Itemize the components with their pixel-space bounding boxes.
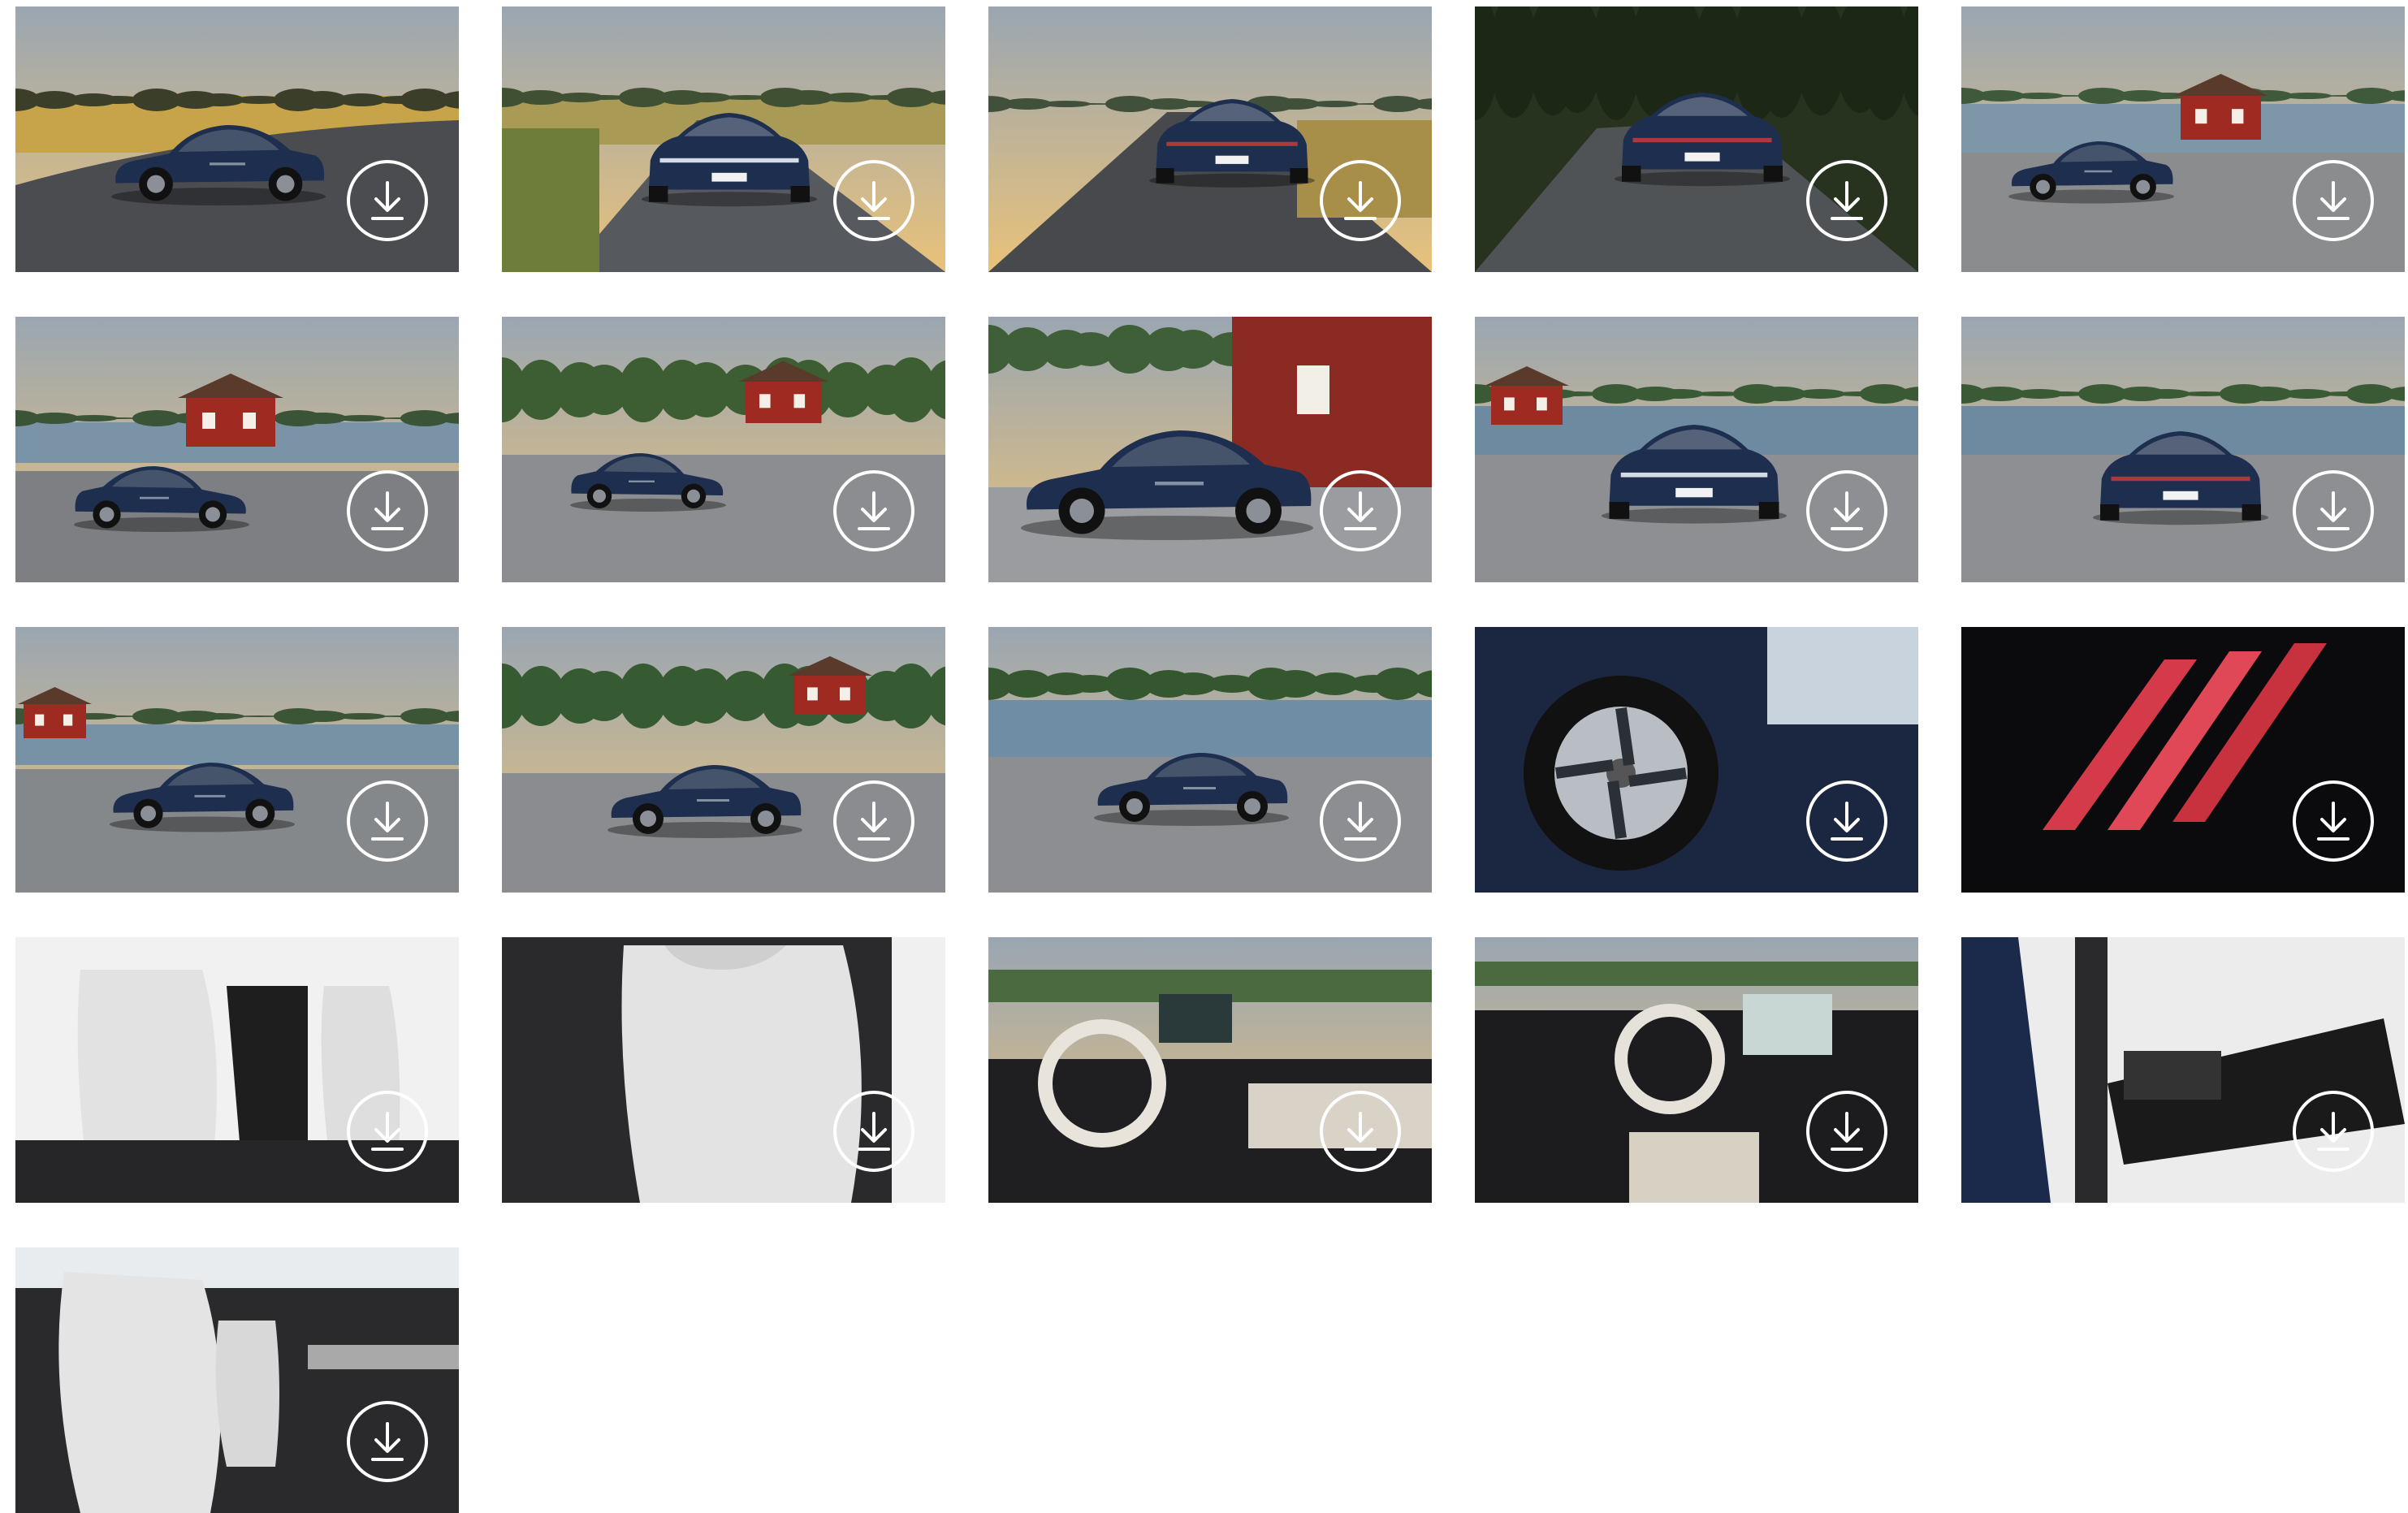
gallery-tile[interactable]	[15, 627, 459, 893]
gallery-tile[interactable]	[1961, 6, 2405, 272]
download-arrow-icon	[851, 178, 897, 223]
download-arrow-icon	[1338, 1109, 1383, 1154]
download-arrow-icon	[365, 178, 410, 223]
gallery-tile[interactable]	[1475, 627, 1918, 893]
download-arrow-icon	[851, 488, 897, 534]
gallery-tile[interactable]	[1961, 937, 2405, 1203]
gallery-tile[interactable]	[15, 6, 459, 272]
download-button[interactable]	[2293, 160, 2374, 241]
download-arrow-icon	[365, 488, 410, 534]
download-button[interactable]	[347, 1401, 428, 1482]
download-arrow-icon	[2311, 178, 2356, 223]
download-button[interactable]	[833, 160, 914, 241]
download-button[interactable]	[347, 1091, 428, 1172]
gallery-tile[interactable]	[1961, 627, 2405, 893]
download-arrow-icon	[1824, 178, 1870, 223]
gallery-tile[interactable]	[502, 627, 945, 893]
gallery-tile[interactable]	[502, 937, 945, 1203]
download-arrow-icon	[1338, 488, 1383, 534]
download-button[interactable]	[1320, 160, 1401, 241]
gallery-tile[interactable]	[988, 6, 1432, 272]
gallery-tile[interactable]	[1961, 317, 2405, 582]
gallery-tile[interactable]	[988, 317, 1432, 582]
download-button[interactable]	[347, 160, 428, 241]
download-button[interactable]	[2293, 470, 2374, 551]
download-arrow-icon	[1338, 798, 1383, 844]
gallery-tile[interactable]	[15, 317, 459, 582]
download-arrow-icon	[1824, 1109, 1870, 1154]
download-arrow-icon	[2311, 798, 2356, 844]
download-button[interactable]	[347, 470, 428, 551]
gallery-tile[interactable]	[15, 937, 459, 1203]
download-arrow-icon	[1824, 488, 1870, 534]
gallery-tile[interactable]	[1475, 6, 1918, 272]
download-button[interactable]	[1806, 1091, 1887, 1172]
download-arrow-icon	[365, 1109, 410, 1154]
download-button[interactable]	[833, 1091, 914, 1172]
download-button[interactable]	[1806, 470, 1887, 551]
download-button[interactable]	[1806, 780, 1887, 862]
download-arrow-icon	[365, 1419, 410, 1464]
media-gallery	[15, 6, 2405, 1513]
download-button[interactable]	[2293, 1091, 2374, 1172]
download-arrow-icon	[365, 798, 410, 844]
download-button[interactable]	[833, 780, 914, 862]
download-button[interactable]	[347, 780, 428, 862]
gallery-tile[interactable]	[15, 1247, 459, 1513]
download-button[interactable]	[1320, 470, 1401, 551]
gallery-tile[interactable]	[988, 937, 1432, 1203]
download-button[interactable]	[1320, 1091, 1401, 1172]
download-arrow-icon	[1338, 178, 1383, 223]
gallery-tile[interactable]	[502, 6, 945, 272]
gallery-tile[interactable]	[988, 627, 1432, 893]
download-button[interactable]	[2293, 780, 2374, 862]
gallery-tile[interactable]	[1475, 937, 1918, 1203]
download-arrow-icon	[851, 798, 897, 844]
download-button[interactable]	[1806, 160, 1887, 241]
download-arrow-icon	[2311, 1109, 2356, 1154]
download-button[interactable]	[833, 470, 914, 551]
download-arrow-icon	[2311, 488, 2356, 534]
download-arrow-icon	[851, 1109, 897, 1154]
download-arrow-icon	[1824, 798, 1870, 844]
gallery-tile[interactable]	[502, 317, 945, 582]
download-button[interactable]	[1320, 780, 1401, 862]
gallery-tile[interactable]	[1475, 317, 1918, 582]
